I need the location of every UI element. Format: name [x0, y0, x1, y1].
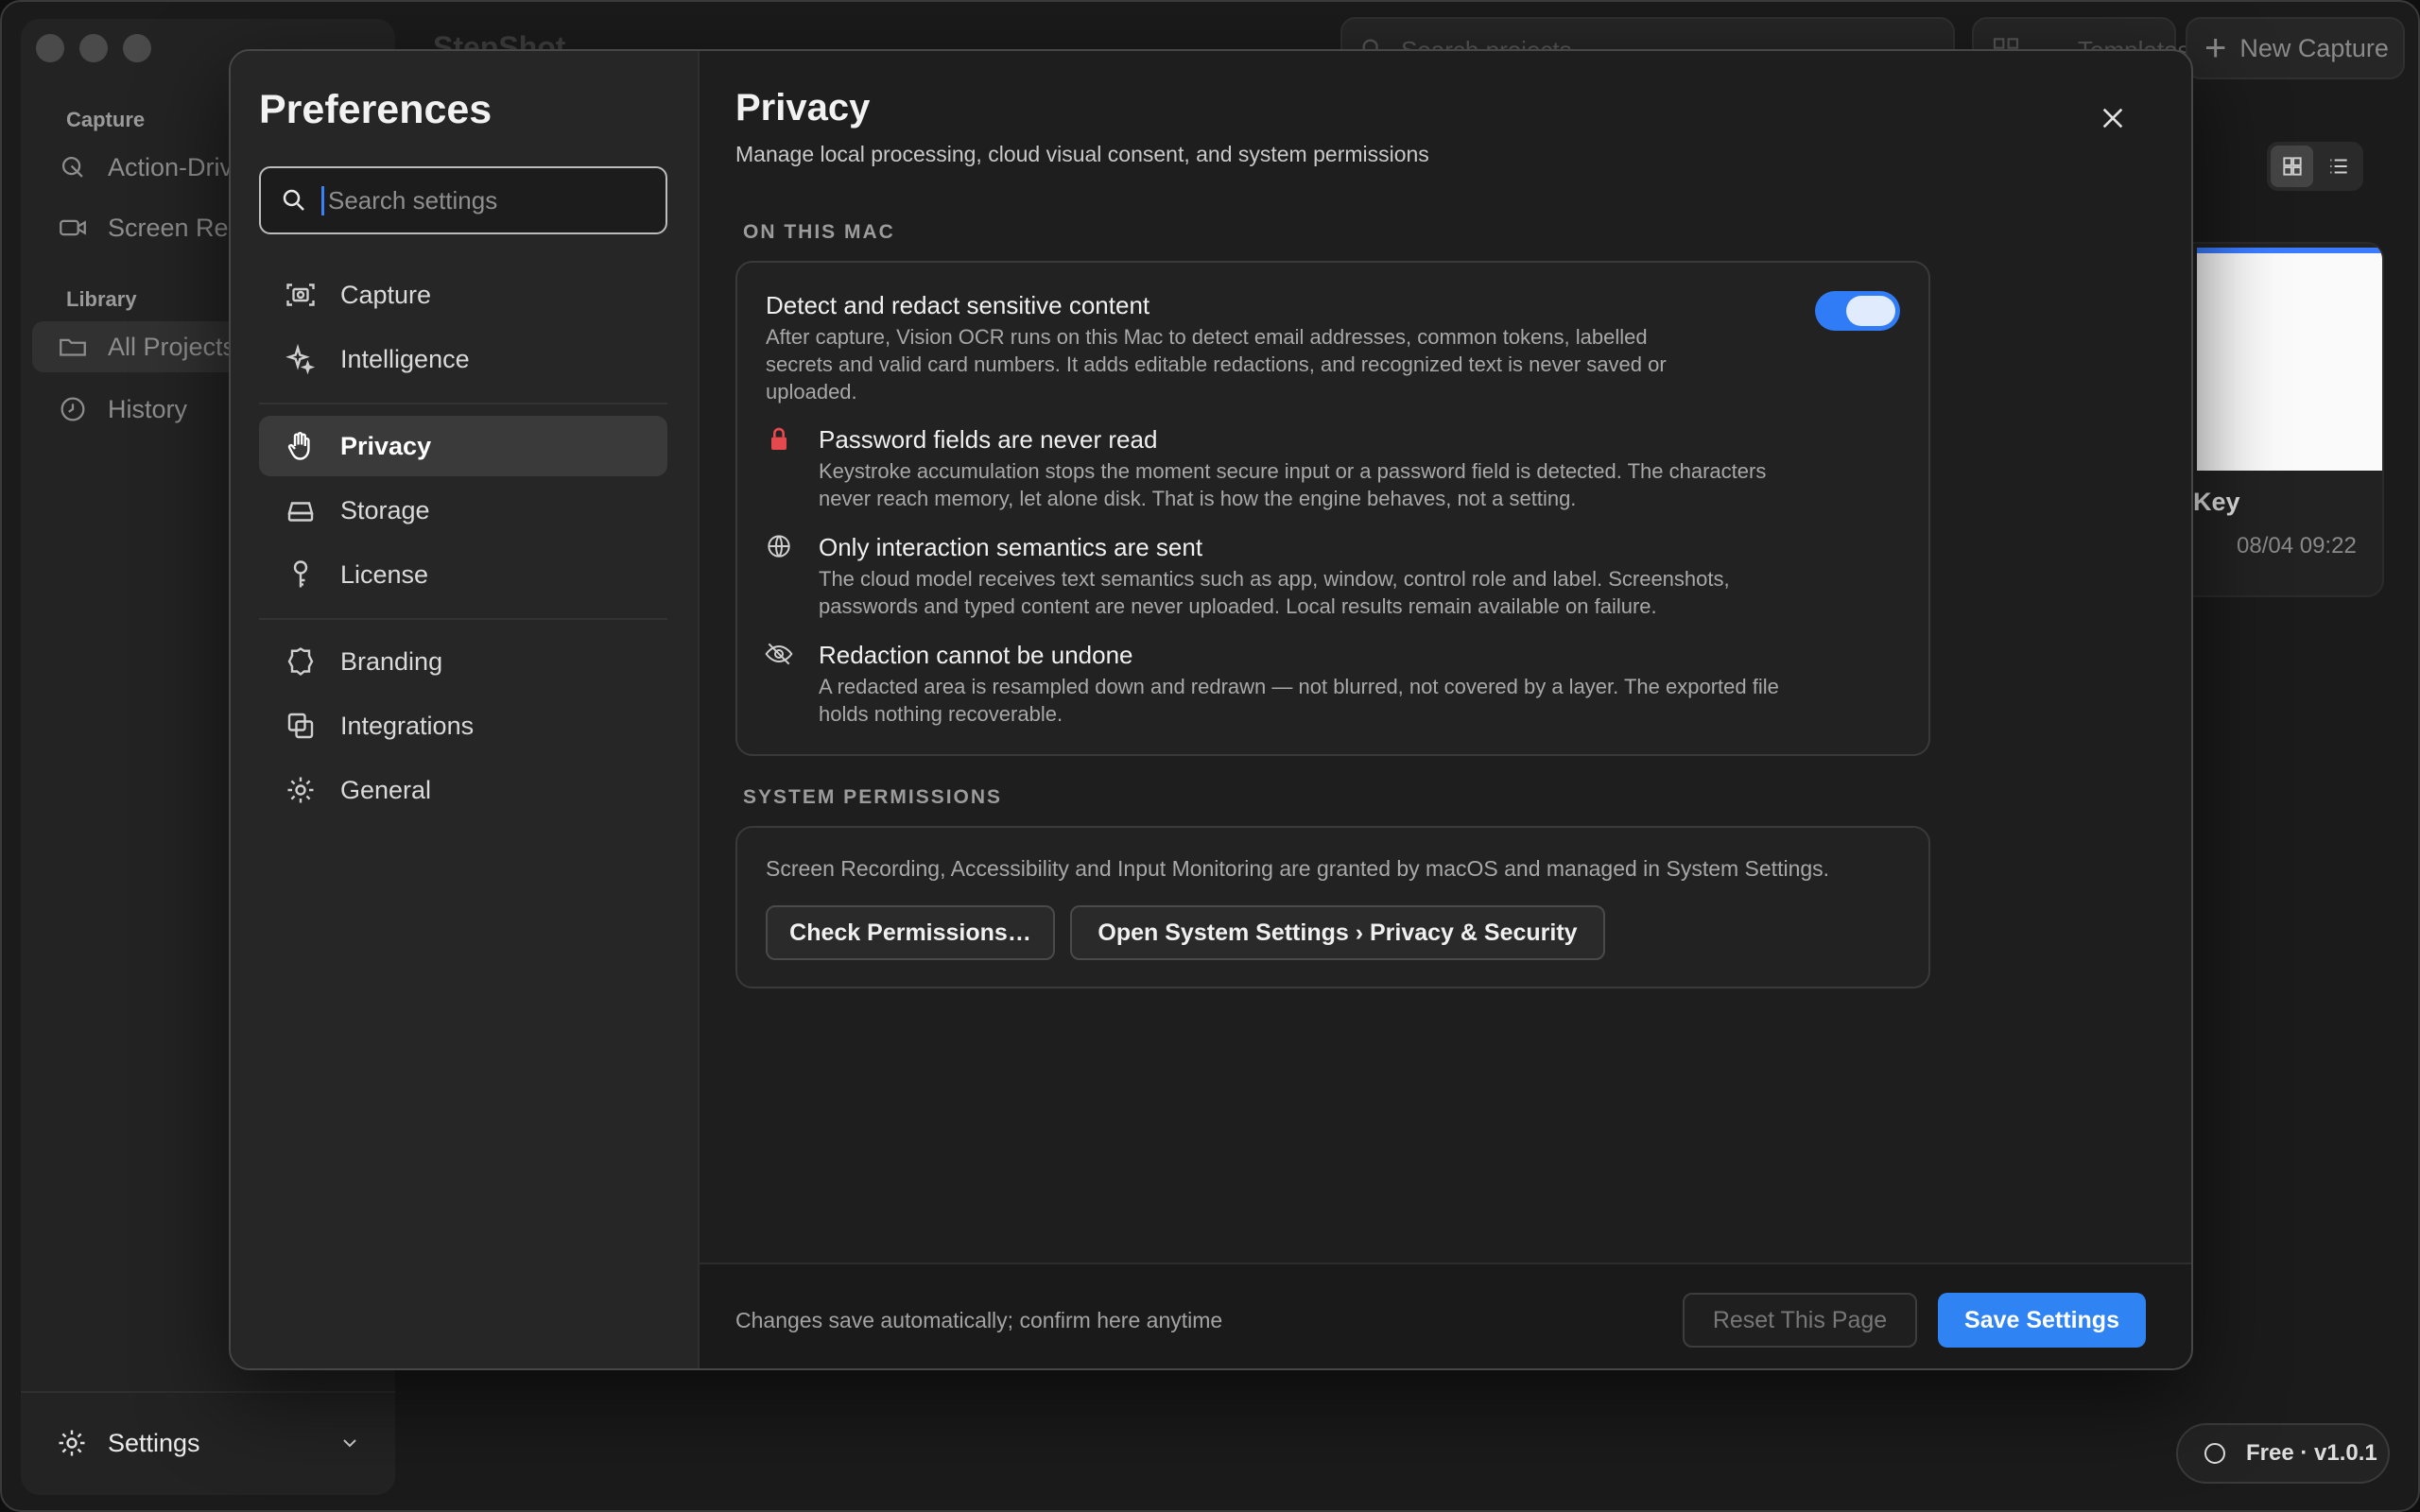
lock-icon [771, 427, 786, 450]
page-title: Privacy [735, 87, 871, 129]
open-system-settings-button[interactable]: Open System Settings › Privacy & Securit… [1070, 905, 1605, 960]
row-title-redaction: Redaction cannot be undone [819, 641, 1133, 669]
pref-nav-intelligence[interactable]: Intelligence [259, 329, 667, 389]
new-capture-label: New Capture [2239, 33, 2389, 62]
pref-nav-storage[interactable]: Storage [259, 480, 667, 541]
sidebar-item-label: History [108, 394, 188, 423]
pref-nav-general[interactable]: General [259, 760, 667, 820]
row-title-semantics: Only interaction semantics are sent [819, 533, 1203, 561]
check-permissions-button[interactable]: Check Permissions… [766, 905, 1055, 960]
on-this-mac-card: Detect and redact sensitive content Afte… [735, 261, 1930, 756]
camera-icon [286, 284, 315, 306]
row-desc-password: Keystroke accumulation stops the moment … [819, 459, 1767, 510]
globe-icon [768, 535, 790, 558]
view-toggle [2267, 142, 2363, 191]
plan-badge-label: Free · v1.0.1 [2246, 1440, 2377, 1466]
app-window: Capture Action-Driven Screen Recording L… [0, 0, 2420, 1512]
cursor-click-icon [61, 156, 83, 178]
pref-nav-privacy[interactable]: Privacy [259, 416, 667, 476]
reset-page-button[interactable]: Reset This Page [1683, 1293, 1917, 1348]
section-label-system-permissions: SYSTEM PERMISSIONS [743, 786, 1003, 808]
row-desc-semantics: The cloud model receives text semantics … [819, 567, 1730, 618]
badge-icon [287, 647, 314, 677]
pref-nav-divider [259, 403, 667, 404]
sidebar-item-label: All Projects [108, 332, 236, 361]
sidebar-section-capture: Capture [66, 108, 146, 131]
settings-search-input[interactable] [321, 185, 662, 215]
save-settings-button[interactable]: Save Settings [1938, 1293, 2146, 1348]
pref-nav-integrations[interactable]: Integrations [259, 696, 667, 756]
window-zoom-dot[interactable] [123, 34, 151, 62]
preferences-modal: Preferences Capture Intelligence Privacy… [229, 49, 2193, 1370]
plan-badge[interactable]: Free · v1.0.1 [2176, 1423, 2390, 1484]
plus-icon: + [2204, 27, 2227, 69]
eye-slash-icon [765, 643, 793, 665]
pref-nav-divider [259, 618, 667, 620]
drive-icon [287, 502, 314, 522]
list-view-button[interactable] [2317, 146, 2360, 187]
pref-nav-label: Intelligence [340, 344, 470, 373]
pref-nav-label: Branding [340, 646, 443, 676]
badge-icon [2204, 1443, 2225, 1464]
settings-label: Settings [108, 1428, 200, 1457]
grid-view-button[interactable] [2271, 146, 2313, 187]
redact-toggle-description: After capture, Vision OCR runs on this M… [766, 325, 1667, 404]
pref-nav-license[interactable]: License [259, 544, 667, 605]
toggle-knob [1846, 296, 1895, 326]
row-title-password: Password fields are never read [819, 425, 1158, 454]
sidebar-section-library: Library [66, 287, 137, 311]
redact-sensitive-toggle[interactable] [1815, 291, 1900, 331]
pref-nav-label: Capture [340, 280, 432, 309]
project-name: Key [2193, 488, 2240, 516]
project-date: 08/04 09:22 [2237, 533, 2357, 558]
page-subtitle: Manage local processing, cloud visual co… [735, 142, 1429, 166]
copy-icon [287, 713, 314, 739]
footer-note: Changes save automatically; confirm here… [735, 1308, 1223, 1332]
gear-icon [59, 1430, 85, 1456]
pref-nav-label: General [340, 775, 432, 804]
permissions-text: Screen Recording, Accessibility and Inpu… [766, 856, 1830, 881]
list-icon [2329, 159, 2347, 174]
pref-nav-label: Integrations [340, 711, 475, 740]
grid-icon [2282, 157, 2302, 176]
pref-nav-capture[interactable]: Capture [259, 265, 667, 325]
new-capture-button[interactable]: + New Capture [2186, 17, 2405, 79]
sparkles-icon [285, 343, 316, 375]
preferences-sidebar: Preferences Capture Intelligence Privacy… [231, 51, 700, 1368]
pref-nav-label: License [340, 559, 429, 589]
pref-nav-label: Privacy [340, 431, 432, 460]
preferences-footer: Changes save automatically; confirm here… [700, 1263, 2191, 1368]
window-close-dot[interactable] [36, 34, 64, 62]
settings-footer-button[interactable]: Settings [21, 1391, 395, 1493]
system-permissions-card: Screen Recording, Accessibility and Inpu… [735, 826, 1930, 988]
window-minimize-dot[interactable] [79, 34, 108, 62]
video-camera-icon [60, 219, 86, 236]
gear-icon [287, 777, 314, 803]
hand-icon [287, 432, 310, 460]
search-icon [283, 189, 304, 211]
clock-icon [60, 397, 85, 421]
pref-nav-label: Storage [340, 495, 430, 524]
folder-icon [60, 338, 86, 356]
pref-nav-branding[interactable]: Branding [259, 631, 667, 692]
key-icon [293, 560, 308, 588]
preferences-content: Privacy Manage local processing, cloud v… [700, 51, 2191, 1368]
project-thumbnail [2197, 248, 2382, 471]
close-icon [2102, 108, 2123, 129]
preferences-title: Preferences [259, 87, 493, 132]
close-button[interactable] [2093, 98, 2133, 138]
row-desc-redaction: A redacted area is resampled down and re… [819, 675, 1779, 726]
settings-search-field[interactable] [259, 166, 667, 234]
section-label-on-this-mac: ON THIS MAC [743, 221, 895, 243]
chevron-down-icon [343, 1439, 356, 1448]
redact-toggle-title: Detect and redact sensitive content [766, 291, 1150, 319]
